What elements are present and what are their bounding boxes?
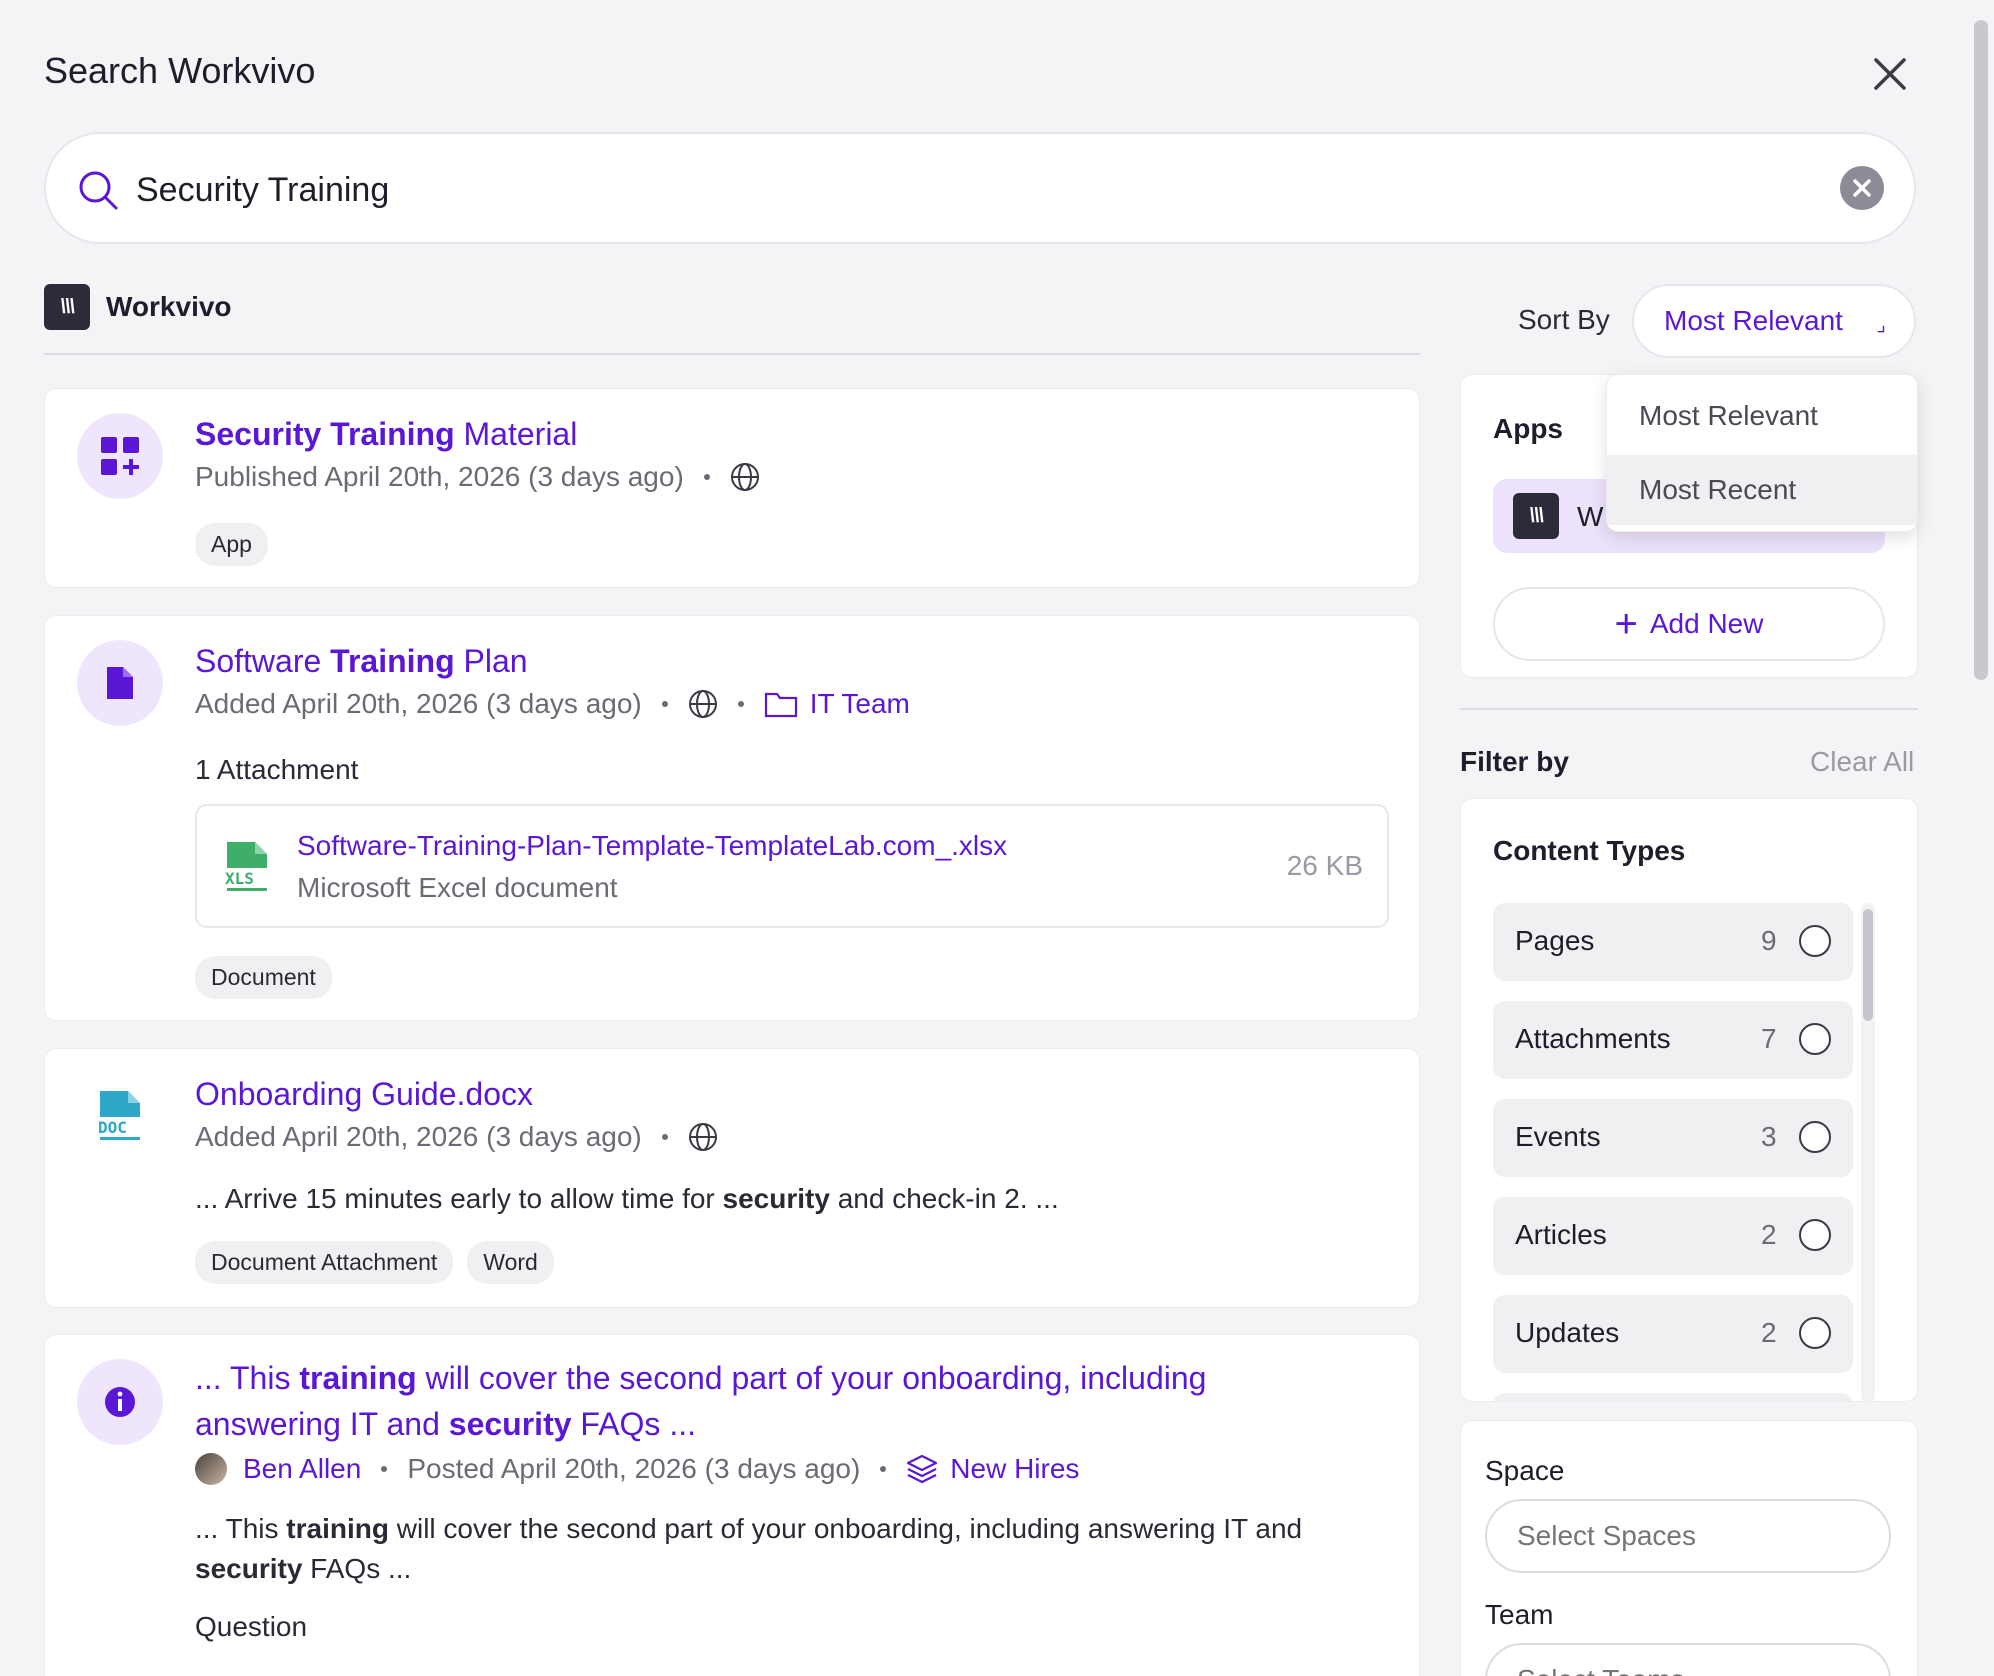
space-team-panel: Space Team	[1460, 1420, 1918, 1676]
close-icon	[1874, 58, 1906, 90]
plus-icon: +	[1614, 602, 1638, 646]
author-link[interactable]: Ben Allen	[195, 1453, 361, 1485]
svg-text:XLS: XLS	[225, 869, 254, 888]
xls-file-icon: XLS	[225, 842, 267, 891]
attachments-count: 1 Attachment	[195, 754, 359, 785]
globe-icon	[688, 1123, 717, 1151]
search-icon	[79, 171, 118, 210]
result-card[interactable]: DOC Onboarding Guide.docx Added April 20…	[44, 1048, 1420, 1308]
content-types-panel: Content Types Pages 9 Attachments 7 Events…	[1460, 798, 1918, 1402]
result-card[interactable]: Software Training Plan Added April 20th,…	[44, 615, 1420, 1021]
sort-option-most-relevant[interactable]: Most Relevant	[1607, 381, 1917, 451]
result-title-link[interactable]: ... This training will cover the second …	[195, 1355, 1325, 1447]
tag: App	[195, 523, 268, 566]
attachment-size: 26 KB	[1286, 850, 1363, 881]
space-link[interactable]: IT Team	[764, 688, 910, 720]
result-meta: Added April 20th, 2026 (3 days ago)	[195, 1121, 718, 1153]
attachment-item[interactable]: XLS Software-Training-Plan-Template-Temp…	[195, 804, 1389, 928]
result-title-link[interactable]: Security Training Material	[195, 411, 577, 457]
filter-option-more[interactable]	[1493, 1393, 1853, 1401]
page-title: Search Workvivo	[44, 50, 316, 91]
tab-label: Workvivo	[106, 291, 232, 322]
radio-button[interactable]	[1799, 925, 1831, 957]
tag-list: Document Attachment Word	[195, 1241, 568, 1284]
content-types-title: Content Types	[1493, 835, 1686, 866]
filter-option-attachments[interactable]: Attachments 7	[1493, 1001, 1853, 1079]
svg-text:DOC: DOC	[98, 1118, 127, 1137]
section-label: Question	[195, 1611, 308, 1642]
avatar	[195, 1453, 227, 1485]
tag: Document Attachment	[195, 1241, 454, 1284]
space-select[interactable]	[1485, 1499, 1891, 1573]
filter-option-pages[interactable]: Pages 9	[1493, 903, 1853, 981]
tab-workvivo[interactable]: \\\ Workvivo	[44, 284, 232, 330]
divider	[44, 353, 1420, 355]
x-icon	[1853, 179, 1871, 197]
doc-file-icon: DOC	[77, 1073, 163, 1159]
radio-button[interactable]	[1799, 1219, 1831, 1251]
info-icon	[77, 1359, 163, 1445]
result-card[interactable]: Security Training Material Published Apr…	[44, 388, 1420, 588]
globe-icon	[688, 690, 717, 718]
app-name: W	[1577, 501, 1604, 532]
tag-list: Document	[195, 956, 346, 999]
sort-menu: Most Relevant Most Recent	[1606, 374, 1918, 532]
space-link[interactable]: New Hires	[906, 1453, 1079, 1485]
result-card[interactable]: ... This training will cover the second …	[44, 1334, 1420, 1676]
radio-button[interactable]	[1799, 1121, 1831, 1153]
result-snippet: ... This training will cover the second …	[195, 1513, 1303, 1584]
result-meta: Published April 20th, 2026 (3 days ago)	[195, 461, 760, 493]
document-icon	[77, 640, 163, 726]
add-new-button[interactable]: + Add New	[1493, 587, 1885, 661]
sort-label: Sort By	[1518, 304, 1610, 335]
sort-option-most-recent[interactable]: Most Recent	[1607, 455, 1917, 525]
attachment-name[interactable]: Software-Training-Plan-Template-Template…	[297, 830, 1007, 862]
result-title-link[interactable]: Software Training Plan	[195, 638, 528, 684]
tag-list: App	[195, 523, 282, 566]
globe-icon	[730, 463, 759, 491]
result-title-link[interactable]: Onboarding Guide.docx	[195, 1071, 533, 1117]
layers-icon	[907, 1454, 938, 1484]
chevron-icon: ⌟	[1876, 314, 1886, 336]
radio-button[interactable]	[1799, 1023, 1831, 1055]
sort-selected: Most Relevant	[1664, 305, 1843, 336]
team-select[interactable]	[1485, 1643, 1891, 1676]
workvivo-logo-icon: \\\	[1513, 493, 1559, 539]
scrollbar-thumb[interactable]	[1863, 909, 1873, 1021]
apps-title: Apps	[1493, 413, 1563, 444]
sort-dropdown[interactable]: Most Relevant ⌟	[1632, 284, 1916, 358]
filter-title: Filter by	[1460, 746, 1569, 777]
tag: Document	[195, 956, 332, 999]
close-button[interactable]	[1866, 50, 1914, 98]
result-snippet: ... Arrive 15 minutes early to allow tim…	[195, 1183, 1059, 1214]
divider	[1460, 708, 1918, 710]
workvivo-logo-icon: \\\	[44, 284, 90, 330]
window-scrollbar-thumb[interactable]	[1974, 20, 1988, 680]
tag: Word	[467, 1241, 554, 1284]
result-meta: Ben Allen Posted April 20th, 2026 (3 day…	[195, 1453, 1079, 1485]
folder-icon	[764, 692, 797, 718]
radio-button[interactable]	[1799, 1317, 1831, 1349]
clear-all-button[interactable]: Clear All	[1810, 746, 1914, 778]
filter-option-articles[interactable]: Articles 2	[1493, 1197, 1853, 1275]
attachment-type: Microsoft Excel document	[297, 872, 618, 903]
team-label: Team	[1485, 1599, 1554, 1630]
space-label: Space	[1485, 1455, 1565, 1486]
result-meta: Added April 20th, 2026 (3 days ago) IT T…	[195, 688, 910, 720]
search-bar	[44, 132, 1916, 244]
clear-search-button[interactable]	[1840, 166, 1884, 210]
search-input[interactable]	[136, 158, 1756, 222]
filter-option-events[interactable]: Events 3	[1493, 1099, 1853, 1177]
filter-option-updates[interactable]: Updates 2	[1493, 1295, 1853, 1373]
app-icon	[77, 413, 163, 499]
